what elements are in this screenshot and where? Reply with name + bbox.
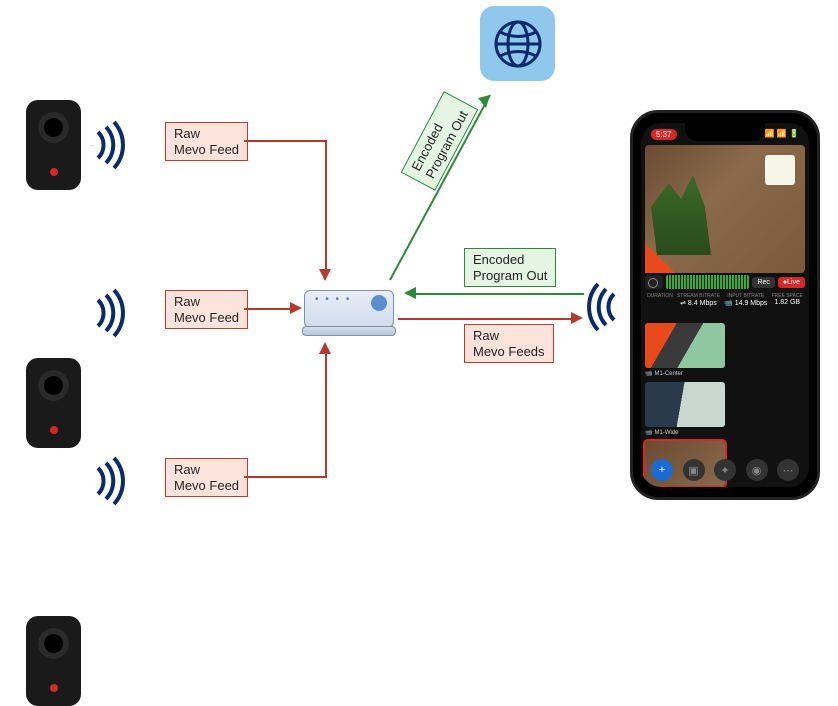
arrowhead-icon [290,302,302,314]
phone-mockup: 5:37 📶 📶 🔋 Rec ●Live DURATION STREAM BITR… [630,110,820,500]
stat-value: 📹 14.9 Mbps [724,299,767,307]
thumbnail-image [645,382,725,427]
preview-light [765,155,795,185]
rec-button[interactable]: Rec [752,277,774,288]
preview-plant [651,175,711,255]
thumbnail[interactable]: M1-Center [645,323,725,377]
stat-value: ⇌ 8.4 Mbps [677,299,720,307]
bottom-bar: + ▣ ✦ ◉ ⋯ [645,459,805,481]
wifi-icon [86,288,126,338]
label-encoded-out-phone: Encoded Program Out [464,248,556,287]
camera-2 [26,358,81,448]
arrow-line [414,293,584,295]
router [304,290,394,328]
arrow-line [325,348,327,478]
wifi-icon [586,282,626,332]
camera-1 [26,100,81,190]
live-button[interactable]: ●Live [778,277,805,288]
stat-value: 1.82 GB [772,299,803,306]
eye-icon[interactable]: ◉ [746,459,768,481]
controls-row: Rec ●Live [645,275,805,289]
thumbnail[interactable]: M1-Wide [645,382,725,436]
stat: DURATION [647,293,673,307]
sparkle-icon[interactable]: ✦ [714,459,736,481]
more-icon[interactable]: ⋯ [777,459,799,481]
thumbnail-caption: M1-Center [645,370,725,377]
label-raw-feed-1: Raw Mevo Feed [165,122,248,161]
arrow-line [398,318,573,320]
preview-video[interactable] [645,145,805,273]
arrow-line [244,308,292,310]
arrow-line [244,476,327,478]
label-raw-feed-2: Raw Mevo Feed [165,290,248,329]
stat-label: DURATION [647,293,673,299]
add-button[interactable]: + [651,459,673,481]
wifi-icon [86,120,126,170]
thumbnail-caption: M1-Wide [645,429,725,436]
arrowhead-icon [319,342,331,354]
label-raw-feed-3: Raw Mevo Feed [165,458,248,497]
audio-waveform [666,275,749,289]
arrow-line [244,140,327,142]
mute-icon[interactable] [645,275,663,289]
library-icon[interactable]: ▣ [683,459,705,481]
status-icons: 📶 📶 🔋 [765,129,799,140]
phone-screen: 5:37 📶 📶 🔋 Rec ●Live DURATION STREAM BITR… [641,123,809,487]
router-base [302,326,396,336]
arrowhead-icon [319,269,331,281]
arrow-line [325,140,327,275]
time-badge: 5:37 [651,129,677,140]
arrowhead-icon [404,287,416,299]
stat: INPUT BITRATE📹 14.9 Mbps [724,293,767,307]
arrowhead-icon [571,312,583,324]
stat: STREAM BITRATE⇌ 8.4 Mbps [677,293,720,307]
globe-icon [480,6,555,81]
label-raw-feeds: Raw Mevo Feeds [464,324,554,363]
stats-row: DURATION STREAM BITRATE⇌ 8.4 Mbps INPUT BI… [645,293,805,307]
stat: FREE SPACE1.82 GB [772,293,803,307]
phone-notch [685,123,765,141]
thumbnail-image [645,323,725,368]
wifi-icon [86,456,126,506]
camera-3 [26,616,81,706]
